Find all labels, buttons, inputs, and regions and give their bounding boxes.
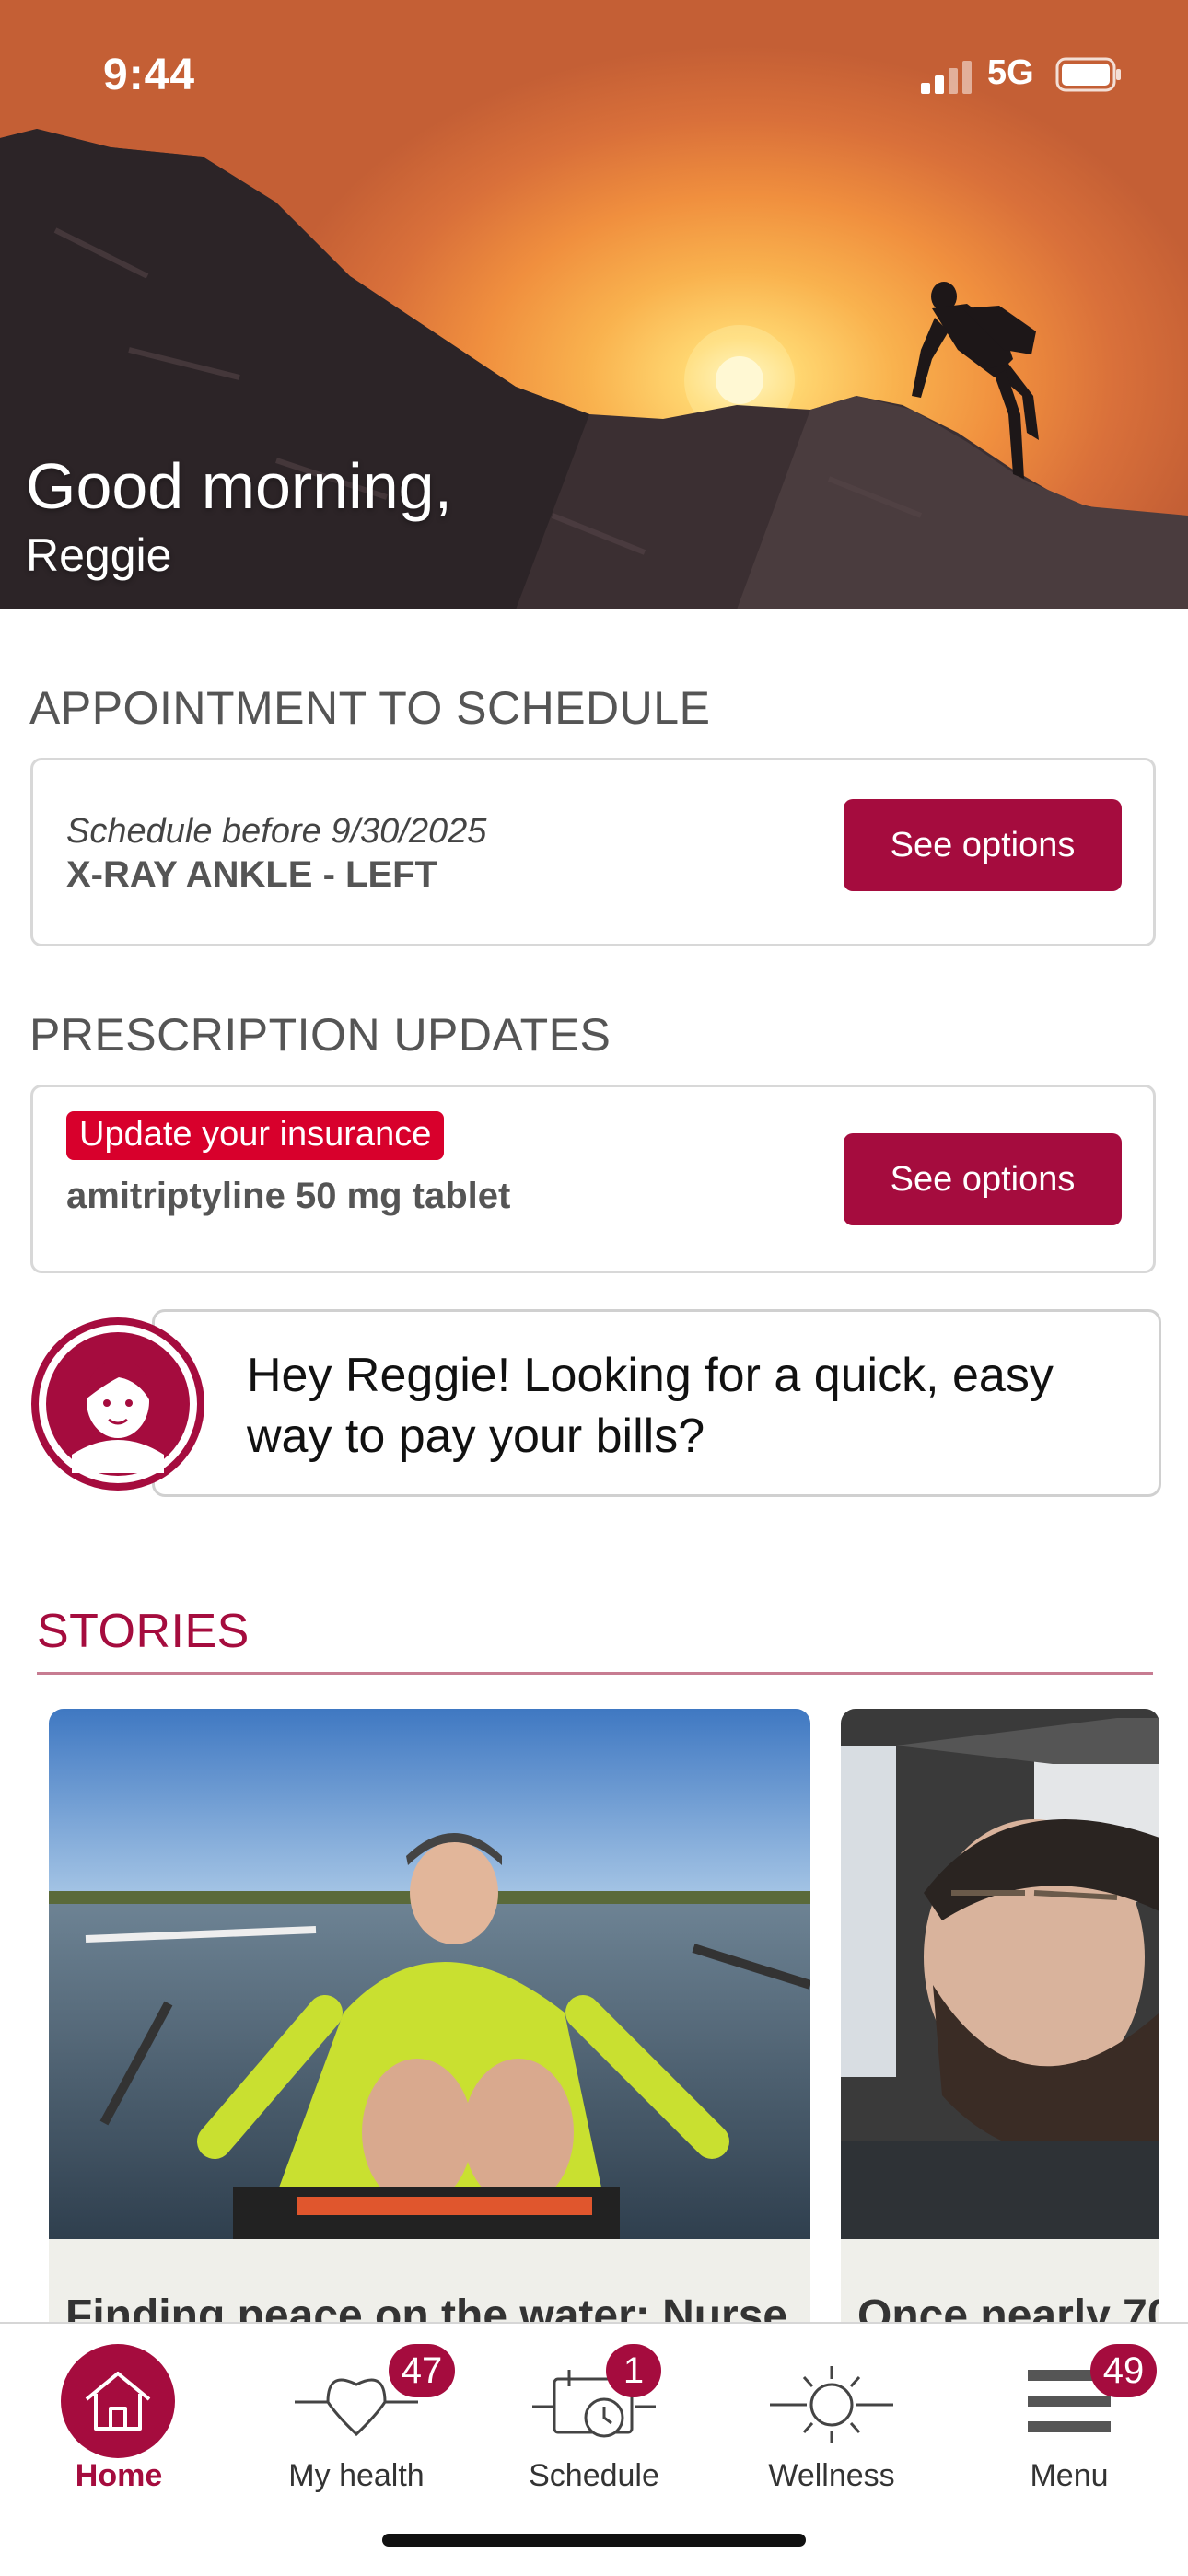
story-image-rower: [49, 1709, 810, 2239]
tab-my-health[interactable]: 47 My health: [238, 2324, 475, 2508]
appointment-card[interactable]: Schedule before 9/30/2025 X-RAY ANKLE - …: [30, 758, 1156, 946]
tab-my-health-label: My health: [288, 2458, 425, 2493]
appointment-see-options-button[interactable]: See options: [844, 799, 1122, 891]
tab-schedule-label: Schedule: [529, 2458, 659, 2493]
story-card[interactable]: Once nearly 70: [841, 1709, 1159, 2353]
prescription-section-title: PRESCRIPTION UPDATES: [29, 1009, 611, 1061]
my-health-badge: 47: [389, 2344, 455, 2397]
assistant-avatar-icon[interactable]: [30, 1317, 205, 1491]
story-card[interactable]: Finding peace on the water: Nurse: [49, 1709, 810, 2353]
schedule-deadline: Schedule before 9/30/2025: [66, 812, 487, 851]
prescription-card[interactable]: Update your insurance amitriptyline 50 m…: [30, 1085, 1156, 1273]
home-indicator[interactable]: [382, 2534, 806, 2547]
stories-section-title: STORIES: [37, 1605, 250, 1658]
user-name: Reggie: [26, 529, 172, 581]
battery-icon: [1055, 57, 1121, 92]
tab-schedule[interactable]: 1 Schedule: [475, 2324, 713, 2508]
tab-home[interactable]: Home: [0, 2324, 238, 2508]
stories-divider: [37, 1672, 1153, 1675]
greeting-text: Good morning,: [26, 450, 453, 522]
assistant-message-text: Hey Reggie! Looking for a quick, easy wa…: [247, 1349, 1054, 1463]
hero-banner: 9:44 5G Good morning, Reggie: [0, 0, 1188, 609]
signal-icon: [921, 61, 972, 94]
appointment-section-title: APPOINTMENT TO SCHEDULE: [29, 682, 711, 734]
tab-wellness[interactable]: Wellness: [713, 2324, 950, 2508]
home-icon: [61, 2344, 175, 2458]
tab-menu-label: Menu: [1030, 2458, 1109, 2493]
story-image-man-in-car: [841, 1709, 1159, 2239]
status-bar: 9:44 5G: [0, 46, 1188, 110]
network-type: 5G: [987, 53, 1034, 92]
prescription-name: amitriptyline 50 mg tablet: [66, 1176, 511, 1216]
tab-wellness-label: Wellness: [768, 2458, 895, 2493]
status-time: 9:44: [103, 51, 196, 99]
assistant-message-bubble[interactable]: Hey Reggie! Looking for a quick, easy wa…: [152, 1309, 1161, 1497]
tab-home-label: Home: [75, 2458, 163, 2493]
menu-badge: 49: [1090, 2344, 1157, 2397]
prescription-see-options-button[interactable]: See options: [844, 1133, 1122, 1225]
tab-menu[interactable]: 49 Menu: [950, 2324, 1188, 2508]
schedule-badge: 1: [606, 2344, 661, 2397]
sun-icon: [770, 2366, 893, 2443]
appointment-name: X-RAY ANKLE - LEFT: [66, 854, 437, 895]
insurance-alert-badge: Update your insurance: [66, 1111, 445, 1160]
